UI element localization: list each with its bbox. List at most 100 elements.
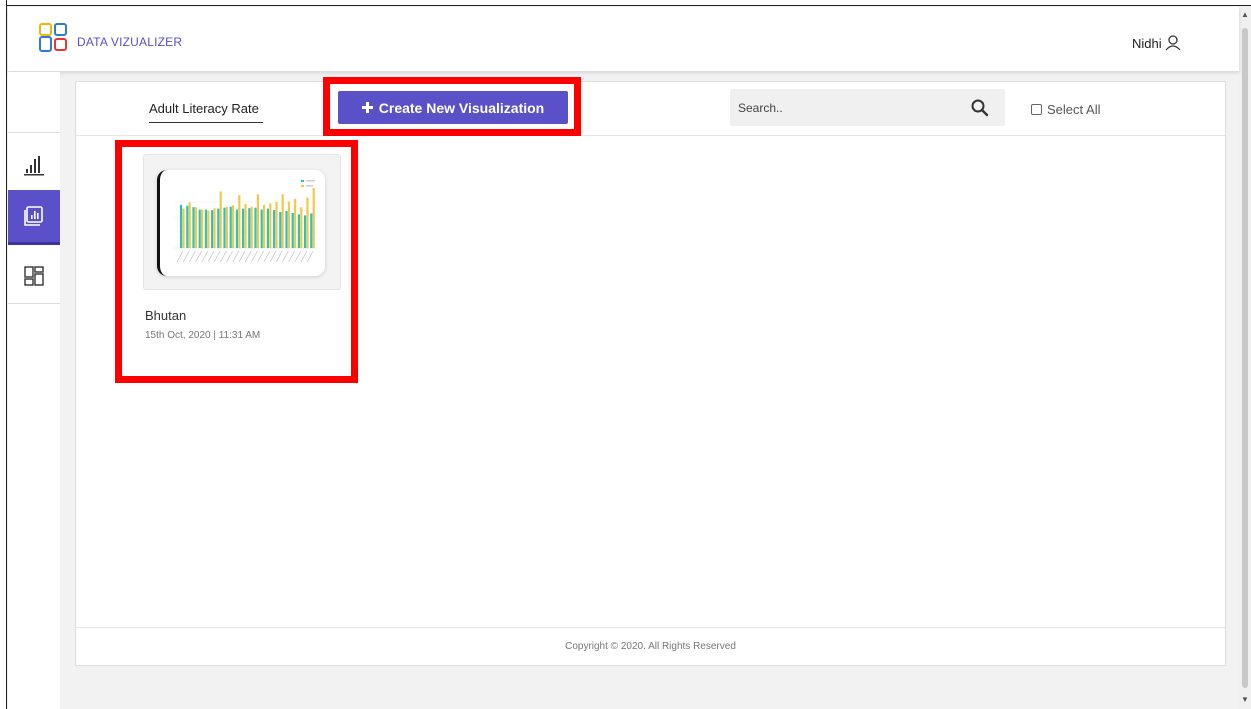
preview-bar [180,204,183,248]
preview-bar [263,204,266,248]
preview-bar [225,206,228,248]
preview-bar [256,194,259,248]
select-all-label[interactable]: Select All [1047,102,1100,117]
preview-bar [279,212,282,248]
main-panel: Adult Literacy Rate Create New Visualiza… [75,77,1226,666]
dashboard-grid-icon [24,266,44,286]
preview-bar [217,208,220,248]
sidebar-item-reports[interactable] [8,190,60,245]
preview-bar [198,209,201,248]
preview-bar [291,212,294,248]
card-title[interactable]: Bhutan [145,308,186,323]
preview-bar [182,208,185,248]
preview-bar [300,207,303,248]
preview-bar [275,201,278,248]
preview-bar [269,203,272,248]
search-icon[interactable] [970,98,990,118]
card-date: 15th Oct, 2020 | 11:31 AM [145,330,261,341]
preview-bar [285,211,288,248]
preview-bar [310,213,313,248]
preview-tick-label [213,250,221,263]
create-new-visualization-button[interactable]: Create New Visualization [338,91,568,124]
card-thumbnail[interactable] [143,154,341,290]
preview-bar [304,215,307,248]
window-frame-top [0,0,1251,6]
active-tab-underline [149,122,263,123]
preview-bar [281,194,284,248]
preview-bar [223,207,226,248]
preview-bar [248,208,251,248]
preview-bar [219,191,222,248]
preview-tick-label [220,250,227,263]
preview-tick-label [232,250,240,263]
tab-adult-literacy-rate[interactable]: Adult Literacy Rate [149,101,259,116]
footer-divider [76,627,1225,628]
scrollbar-thumb[interactable] [1242,28,1248,688]
user-menu[interactable]: Nidhi [1132,34,1182,52]
toolbar: Adult Literacy Rate Create New Visualiza… [76,77,1225,136]
preview-bar [201,209,204,248]
preview-bar [260,209,263,248]
preview-tick-label [195,250,202,263]
preview-tick-label [226,250,233,263]
search-input[interactable] [730,89,960,126]
preview-bar [186,205,189,248]
preview-bar [238,195,241,248]
user-icon[interactable] [1164,34,1182,52]
visualization-card[interactable]: Bhutan 15th Oct, 2020 | 11:31 AM [143,154,341,364]
preview-tick-label [282,250,289,263]
app-logo-icon[interactable] [38,23,68,53]
preview-tick-label [269,250,277,263]
preview-bar [192,207,195,248]
preview-tick-label [182,250,190,263]
preview-bar [242,208,245,248]
preview-bar [297,214,300,248]
preview-tick-label [257,250,264,263]
sidebar-divider [8,132,60,133]
chart-preview-image [174,180,318,263]
preview-bar [254,207,257,248]
preview-tick-label [306,250,314,263]
preview-bar [273,210,276,248]
app-brand-name[interactable]: DATA VIZUALIZER [77,35,182,49]
report-chart-icon [24,206,43,226]
vertical-scrollbar[interactable]: ▲ ▼ [1239,6,1251,709]
preview-bar [294,199,297,248]
preview-bar [287,201,290,248]
preview-bar [235,209,238,248]
preview-tick-label [251,250,258,263]
preview-bar [204,209,207,248]
preview-tick-label [176,250,184,263]
preview-tick-label [275,250,283,263]
preview-tick-label [263,250,271,263]
chart-preview [157,170,325,276]
search-box [730,89,1005,126]
preview-tick-label [294,250,302,263]
sidebar-item-dashboards[interactable] [8,249,60,304]
preview-tick-label [189,250,196,263]
preview-bar [232,205,235,248]
preview-bar [188,202,191,248]
scroll-down-arrow[interactable]: ▼ [1241,695,1249,705]
footer-copyright: Copyright © 2020. All Rights Reserved [565,641,736,652]
scroll-up-arrow[interactable]: ▲ [1241,10,1249,20]
preview-bar [207,210,210,248]
left-sidebar [8,72,60,709]
select-all-checkbox[interactable] [1031,104,1042,115]
preview-tick-label [244,250,252,263]
select-all-control[interactable]: Select All [1031,102,1100,117]
preview-bar [266,208,269,248]
plus-icon [361,102,373,113]
app-header: DATA VIZUALIZER Nidhi [8,7,1239,71]
sidebar-item-charts[interactable] [8,138,60,193]
bar-chart-icon [24,156,44,176]
user-name[interactable]: Nidhi [1132,36,1162,51]
preview-tick-label [238,250,246,263]
preview-bar [244,203,247,248]
preview-bar [229,206,232,248]
preview-tick-label [300,250,308,263]
window-frame-left [0,0,7,709]
preview-tick-label [201,250,209,263]
preview-bar [312,188,315,248]
preview-bar [250,206,253,248]
